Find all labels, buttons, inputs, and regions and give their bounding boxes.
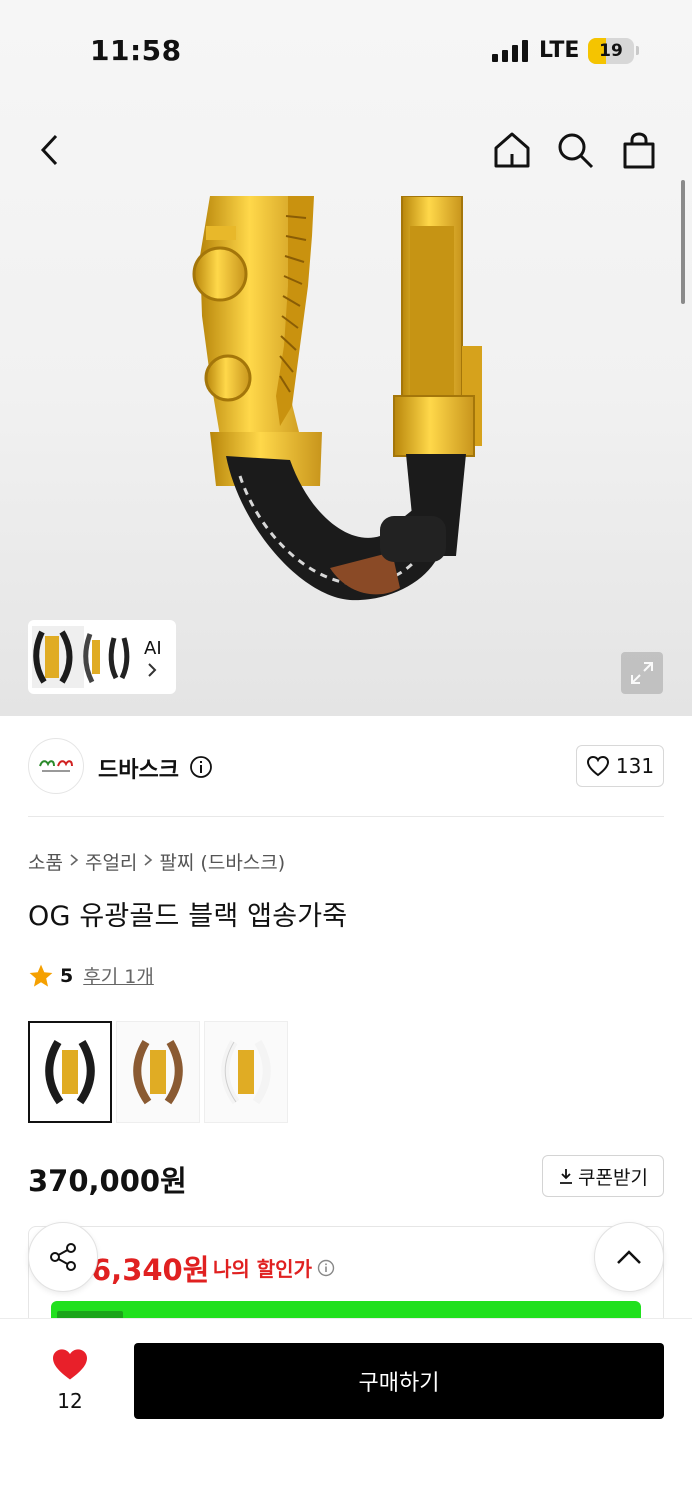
network-type: LTE — [539, 38, 580, 63]
ai-label[interactable]: AI — [144, 638, 162, 659]
heart-filled-icon — [53, 1349, 87, 1380]
buy-button[interactable]: 구매하기 — [134, 1343, 664, 1419]
variant-option[interactable] — [28, 1021, 112, 1123]
rating[interactable]: 5 후기 1개 — [28, 962, 154, 989]
home-icon — [494, 132, 530, 168]
breadcrumb: 소품 주얼리 팔찌 (드바스크) — [28, 848, 285, 875]
status-bar: 11:58 LTE 19 — [0, 0, 692, 100]
product-price: 370,000원 — [28, 1164, 187, 1198]
wishlist-button[interactable]: 12 — [40, 1347, 100, 1413]
brand-like-button[interactable]: 131 — [576, 745, 664, 787]
reviews-link[interactable]: 후기 1개 — [83, 962, 154, 989]
battery-level: 19 — [599, 41, 623, 61]
bracelet-thumbnail-icon — [45, 1039, 95, 1105]
brand-like-count: 131 — [615, 754, 655, 778]
chevron-right-icon — [69, 851, 79, 872]
brand-logo-icon — [39, 760, 73, 772]
info-icon[interactable] — [189, 755, 213, 783]
bottom-action-bar: 12 구매하기 — [0, 1318, 692, 1500]
bracelet-thumbnail-icon — [221, 1039, 271, 1105]
top-navigation — [0, 120, 692, 184]
cart-button[interactable] — [617, 128, 661, 172]
heart-outline-icon — [586, 755, 609, 777]
my-discount-card[interactable]: 6,340원 나의 할인가 — [28, 1226, 664, 1326]
chevron-up-icon — [617, 1250, 641, 1264]
scroll-indicator[interactable] — [681, 180, 685, 304]
expand-image-button[interactable] — [621, 652, 663, 694]
coupon-button[interactable]: 쿠폰받기 — [542, 1155, 664, 1197]
gallery-thumbnail-strip[interactable]: AI — [28, 620, 176, 694]
rating-score: 5 — [60, 964, 74, 987]
product-title: OG 유광골드 블랙 앱송가죽 — [28, 901, 348, 932]
share-button[interactable] — [28, 1222, 98, 1292]
battery-icon: 19 — [588, 38, 634, 64]
chevron-right-icon[interactable] — [146, 662, 158, 682]
coupon-label: 쿠폰받기 — [578, 1166, 648, 1189]
divider — [28, 816, 664, 817]
discount-price: 6,340원 — [91, 1253, 210, 1287]
shopping-bag-icon — [623, 132, 655, 169]
brand-logo[interactable] — [28, 738, 84, 794]
bracelet-thumbnail-icon — [133, 1039, 183, 1105]
product-gallery[interactable]: AI — [0, 0, 692, 716]
download-icon — [560, 1169, 573, 1184]
expand-icon — [631, 662, 653, 684]
star-icon — [29, 964, 53, 987]
chevron-left-icon — [40, 134, 58, 166]
search-icon — [558, 133, 594, 169]
breadcrumb-item[interactable]: 소품 — [28, 848, 63, 875]
home-button[interactable] — [490, 128, 534, 172]
brand-name[interactable]: 드바스크 — [98, 752, 179, 784]
breadcrumb-item[interactable]: 주얼리 — [85, 848, 137, 875]
share-icon — [50, 1243, 76, 1271]
product-image[interactable] — [180, 195, 500, 612]
thumbnail-watch-icon — [32, 626, 130, 688]
info-icon[interactable] — [317, 1259, 335, 1277]
variant-option[interactable] — [204, 1021, 288, 1123]
breadcrumb-item[interactable]: 팔찌 (드바스크) — [159, 848, 285, 875]
discount-label-text: 나의 할인가 — [213, 1257, 312, 1281]
scroll-top-button[interactable] — [594, 1222, 664, 1292]
wishlist-count: 12 — [57, 1389, 83, 1413]
chevron-right-icon — [143, 851, 153, 872]
status-time: 11:58 — [90, 34, 182, 67]
search-button[interactable] — [553, 128, 597, 172]
signal-icon — [492, 40, 530, 66]
discount-label: 나의 할인가 — [213, 1253, 335, 1282]
back-button[interactable] — [28, 128, 72, 172]
color-variants — [28, 1021, 288, 1123]
variant-option[interactable] — [116, 1021, 200, 1123]
